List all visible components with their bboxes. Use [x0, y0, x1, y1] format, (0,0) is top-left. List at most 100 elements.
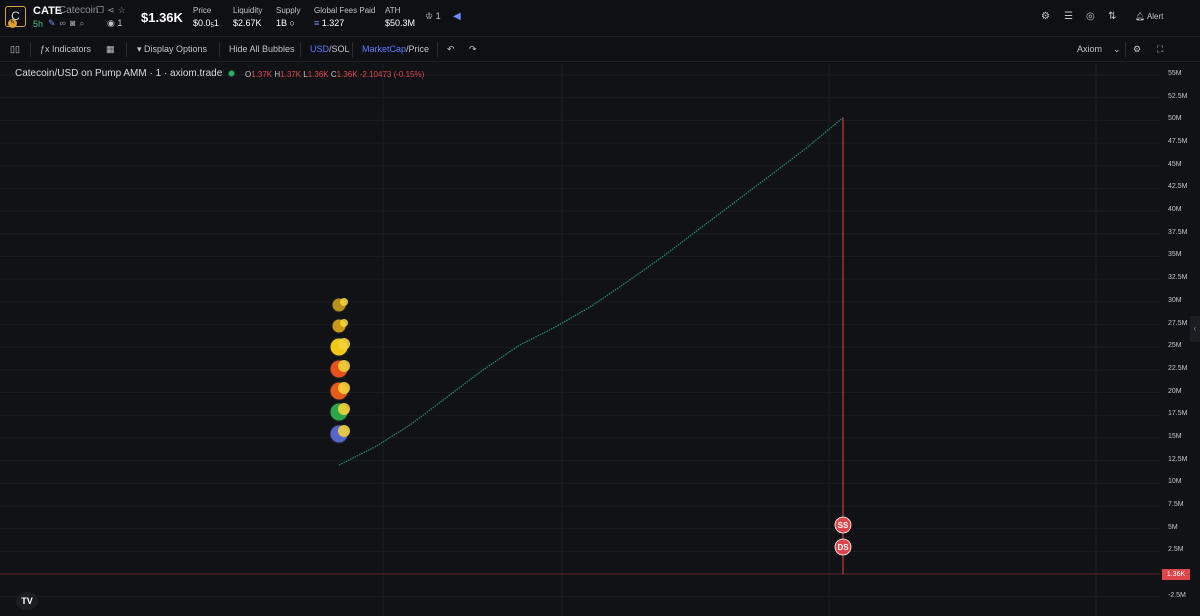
- y-tick-label: 12.5M: [1168, 455, 1188, 463]
- y-tick-label: 17.5M: [1168, 410, 1188, 418]
- tradingview-logo[interactable]: TV: [16, 592, 38, 610]
- social-links: ✎∞◙⌕: [48, 18, 88, 29]
- link-icon[interactable]: ∞: [60, 18, 70, 28]
- ohlc-close: 1.36K: [336, 70, 358, 79]
- chevron-down-icon: ▾: [137, 44, 145, 54]
- ohlc-change: -2.10473 (-0.15%): [359, 70, 425, 79]
- price-value: $0.0: [193, 18, 211, 28]
- trade-marker-label: SS: [838, 521, 849, 530]
- chart-settings-icon[interactable]: ⚙: [1133, 44, 1141, 55]
- crown-counter[interactable]: ♔ 1: [425, 11, 441, 22]
- candle-type-icon[interactable]: ▯▯: [10, 44, 20, 55]
- function-icon: ƒx: [40, 44, 53, 54]
- divider: [300, 42, 301, 57]
- hide-bubbles-button[interactable]: Hide All Bubbles: [229, 44, 295, 54]
- redo-icon[interactable]: ↷: [469, 44, 477, 55]
- y-tick-label: 45M: [1168, 160, 1182, 168]
- price-tail: 1: [213, 18, 219, 28]
- ohlc-low: 1.36K: [307, 70, 329, 79]
- y-tick-label: 30M: [1168, 296, 1182, 304]
- divider: [1125, 42, 1126, 57]
- marketcap-option[interactable]: MarketCap: [362, 44, 406, 54]
- y-tick-label: 15M: [1168, 432, 1182, 440]
- target-icon[interactable]: ◎: [1086, 11, 1095, 22]
- indicators-button[interactable]: ƒx Indicators: [40, 44, 91, 54]
- list-icon[interactable]: ☰: [1064, 11, 1073, 22]
- divider: [219, 42, 220, 57]
- display-options-button[interactable]: ▾ Display Options: [137, 44, 207, 55]
- megaphone-icon[interactable]: ◀: [453, 11, 461, 22]
- alert-button[interactable]: 🔔︎ Alert: [1135, 12, 1163, 21]
- stat-value: 1B ○: [276, 18, 300, 28]
- stat-price: Price $0.051: [193, 6, 219, 29]
- display-options-label: Display Options: [144, 44, 208, 54]
- status-dot: [228, 70, 235, 77]
- bubble-avatar-icon: [338, 425, 350, 437]
- swap-icon[interactable]: ⇅: [1108, 11, 1116, 22]
- divider: [30, 42, 31, 57]
- token-name[interactable]: Catecoin: [59, 5, 98, 16]
- eye-icon: ◉: [107, 18, 118, 28]
- bubble-avatar-icon: [338, 360, 350, 372]
- y-tick-label: 35M: [1168, 251, 1182, 259]
- stat-label: ATH: [385, 6, 401, 15]
- y-tick-label: 50M: [1168, 115, 1182, 123]
- stat-value: ≡ 1.327: [314, 18, 375, 28]
- copy-icon[interactable]: ❐: [96, 5, 107, 15]
- stat-label: Global Fees Paid: [314, 6, 376, 15]
- chart-svg[interactable]: SS DS: [0, 63, 1200, 616]
- edit-icon[interactable]: ✎: [48, 18, 60, 28]
- crown-count: 1: [435, 11, 441, 21]
- undo-icon[interactable]: ↶: [447, 44, 455, 55]
- token-ticker[interactable]: CATE: [33, 5, 62, 17]
- divider: [352, 42, 353, 57]
- pump-badge-icon: ✎: [8, 19, 17, 28]
- y-tick-label: 22.5M: [1168, 364, 1188, 372]
- stat-label: Liquidity: [233, 6, 263, 15]
- ohlc-readout: O1.37K H1.37K L1.36K C1.36K -2.10473 (-0…: [245, 70, 425, 79]
- source-label: Axiom: [1077, 44, 1103, 54]
- y-tick-label: 7.5M: [1168, 500, 1184, 508]
- y-tick-label: 55M: [1168, 70, 1182, 77]
- indicators-label: Indicators: [52, 44, 92, 54]
- token-header: C ✎ CATE Catecoin ❐⋖☆ 5h ✎∞◙⌕ ◉ 1 $1.36K…: [0, 0, 1200, 37]
- share-icon[interactable]: ⋖: [107, 5, 118, 15]
- trade-marker-label: DS: [837, 543, 849, 552]
- mode-toggle[interactable]: MarketCap/Price: [362, 44, 429, 54]
- divider: [126, 42, 127, 57]
- usd-option[interactable]: USD: [310, 44, 329, 54]
- stat-label: Price: [193, 6, 212, 15]
- collapse-handle-icon[interactable]: ‹: [1190, 316, 1200, 342]
- currency-toggle[interactable]: USD/SOL: [310, 44, 350, 54]
- price-option[interactable]: Price: [409, 44, 430, 54]
- stat-ath: ATH $50.3M: [385, 6, 415, 28]
- token-actions: ❐⋖☆: [96, 5, 129, 16]
- y-tick-label: 20M: [1168, 387, 1182, 395]
- supply-value: 1B: [276, 18, 288, 28]
- sol-option[interactable]: SOL: [332, 44, 350, 54]
- stat-fees: Global Fees Paid ≡ 1.327: [314, 6, 375, 28]
- watchers: ◉ 1: [107, 18, 122, 29]
- stat-value: $50.3M: [385, 18, 416, 28]
- fees-value: 1.327: [321, 18, 345, 28]
- market-cap: $1.36K: [141, 10, 183, 25]
- instagram-icon[interactable]: ◙: [70, 18, 79, 28]
- chart-area[interactable]: SS DS: [0, 63, 1200, 616]
- stat-label: Supply: [276, 6, 301, 15]
- settings-icon[interactable]: ⚙: [1041, 11, 1050, 22]
- chart-legend: Catecoin/USD on Pump AMM · 1 · axiom.tra…: [15, 68, 223, 79]
- source-select[interactable]: Axiom: [1077, 44, 1102, 54]
- search-icon[interactable]: ⌕: [79, 18, 88, 28]
- star-icon[interactable]: ☆: [118, 5, 129, 15]
- fullscreen-icon[interactable]: ⛶: [1157, 44, 1163, 55]
- stat-liquidity: Liquidity $2.67K: [233, 6, 262, 28]
- stat-supply: Supply 1B ○: [276, 6, 300, 28]
- supply-info-icon[interactable]: ○: [290, 18, 295, 28]
- bubble-avatar-icon: [340, 319, 348, 327]
- layout-grid-icon[interactable]: ▦: [106, 44, 115, 55]
- stat-value: $2.67K: [233, 18, 262, 28]
- y-tick-label: 47.5M: [1168, 138, 1188, 146]
- crown-icon: ♔: [425, 11, 436, 21]
- y-tick-label: 32.5M: [1168, 274, 1188, 282]
- source-chevron-icon[interactable]: ⌄: [1113, 44, 1121, 55]
